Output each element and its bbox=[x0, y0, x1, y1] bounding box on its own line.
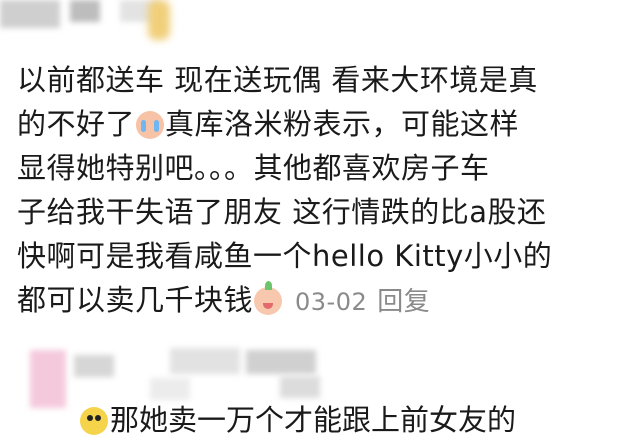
chick-icon bbox=[80, 407, 108, 435]
comment-line: 都可以卖几千块钱 03-02 回复 bbox=[17, 278, 617, 324]
blurred-username bbox=[170, 348, 240, 374]
blurred-username bbox=[150, 378, 190, 400]
blurred-username bbox=[74, 355, 114, 377]
comment-date: 03-02 bbox=[295, 288, 368, 316]
blurred-username bbox=[70, 0, 100, 22]
reply-text: 那她卖一万个才能跟上前女友的 bbox=[110, 403, 517, 437]
comment-text: 真库洛米粉表示，可能这样 bbox=[165, 107, 520, 141]
comment-line: 的不好了 真库洛米粉表示，可能这样 bbox=[17, 102, 617, 146]
comment-line: 快啊可是我看咸鱼一个hello Kitty小小的 bbox=[17, 239, 553, 273]
blurred-username bbox=[246, 350, 316, 374]
reply-button[interactable]: 回复 bbox=[377, 287, 430, 317]
blurred-avatar bbox=[0, 0, 60, 28]
comment-line: 子给我干失语了朋友 这行情跌的比a股还 bbox=[17, 195, 547, 229]
reply-preview: 那她卖一万个才能跟上前女友的 bbox=[80, 398, 516, 442]
comment-line: 以前都送车 现在送玩偶 看来大环境是真 bbox=[17, 63, 538, 97]
blurred-avatar bbox=[30, 350, 66, 408]
peach-face-icon bbox=[254, 281, 283, 315]
comment-text: 都可以卖几千块钱 bbox=[17, 283, 254, 317]
comment-line: 显得她特别吧。。。其他都喜欢房子车 bbox=[17, 151, 490, 185]
comment-text: 的不好了 bbox=[17, 107, 136, 141]
blurred-badge bbox=[148, 0, 170, 40]
comment-body: 以前都送车 现在送玩偶 看来大环境是真 的不好了 真库洛米粉表示，可能这样 显得她… bbox=[17, 58, 617, 324]
crying-face-icon bbox=[136, 111, 165, 139]
blurred-username bbox=[280, 376, 320, 398]
